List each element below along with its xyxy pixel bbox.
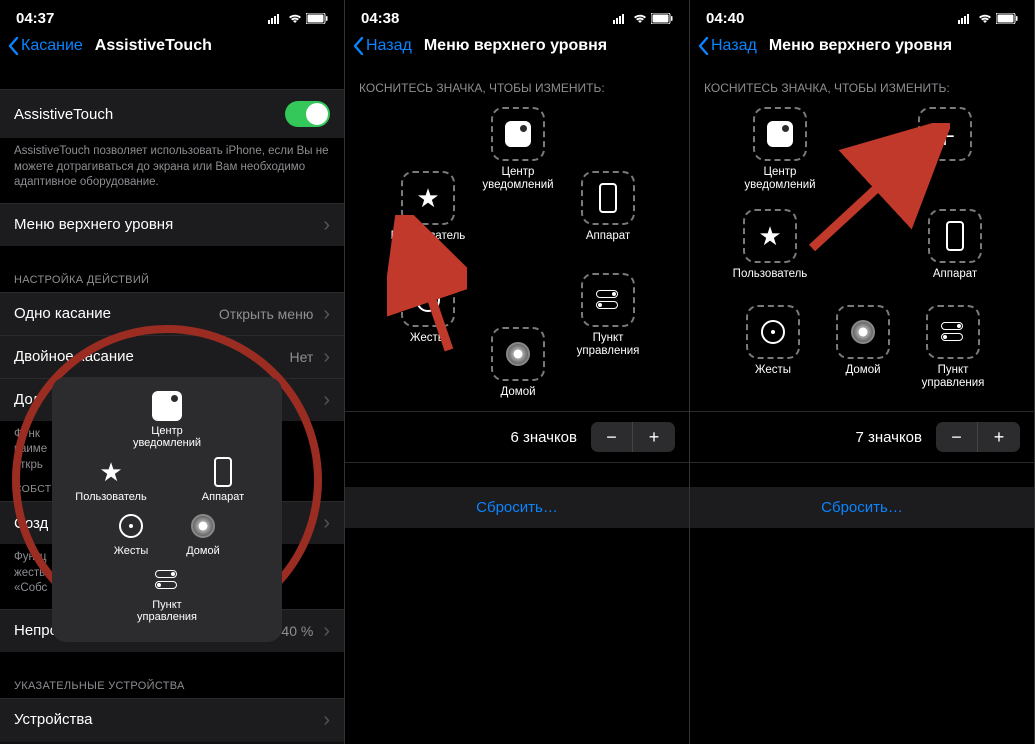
single-tap-row[interactable]: Одно касание Открыть меню› xyxy=(0,292,344,335)
top-level-menu-row[interactable]: Меню верхнего уровня › xyxy=(0,203,344,246)
plus-icon: ＋ xyxy=(933,117,957,152)
notification-center-icon xyxy=(505,121,531,147)
control-center-icon xyxy=(155,570,179,590)
grid-item-notification-center[interactable]: Центр уведомлений xyxy=(473,107,563,192)
gestures-icon xyxy=(761,320,785,344)
status-icons xyxy=(268,13,328,24)
grid-item-gestures[interactable]: Жесты xyxy=(728,305,818,377)
at-item-notification-center[interactable]: Центр уведомлений xyxy=(62,391,272,449)
assistivetouch-toggle-row[interactable]: AssistiveTouch xyxy=(0,89,344,138)
control-center-icon xyxy=(941,322,965,342)
grid-item-user[interactable]: ★ Пользователь xyxy=(383,171,473,243)
control-center-icon xyxy=(596,290,620,310)
icon-count-label: 6 значков xyxy=(510,429,577,446)
at-item-gestures[interactable]: Жесты xyxy=(95,511,167,557)
hint-label: КОСНИТЕСЬ ЗНАЧКА, ЧТОБЫ ИЗМЕНИТЬ: xyxy=(690,67,1034,101)
grid-item-control-center[interactable]: Пункт управления xyxy=(563,273,653,358)
notification-center-icon xyxy=(152,391,182,421)
devices-row[interactable]: Устройства › xyxy=(0,698,344,741)
back-button[interactable]: Касание xyxy=(8,37,83,55)
page-title: Меню верхнего уровня xyxy=(769,37,952,55)
home-icon xyxy=(191,514,215,538)
reset-button[interactable]: Сбросить… xyxy=(345,487,689,528)
at-item-device[interactable]: Аппарат xyxy=(187,457,259,503)
gestures-icon xyxy=(416,288,440,312)
back-button[interactable]: Назад xyxy=(353,37,412,55)
at-item-user[interactable]: ★ Пользователь xyxy=(75,457,147,503)
section-header: НАСТРОЙКА ДЕЙСТВИЙ xyxy=(0,268,344,292)
back-button[interactable]: Назад xyxy=(698,37,757,55)
chevron-right-icon: › xyxy=(323,215,330,235)
icon-count-label: 7 значков xyxy=(855,429,922,446)
grid-item-device[interactable]: Аппарат xyxy=(563,171,653,243)
double-tap-row[interactable]: Двойное касание Нет› xyxy=(0,335,344,378)
star-icon: ★ xyxy=(758,221,781,252)
count-stepper[interactable]: − + xyxy=(591,422,675,452)
gestures-icon xyxy=(119,514,143,538)
grid-item-home[interactable]: Домой xyxy=(473,327,563,399)
grid-item-gestures[interactable]: Жесты xyxy=(383,273,473,345)
description-text: AssistiveTouch позволяет использовать iP… xyxy=(0,138,344,203)
clock: 04:38 xyxy=(361,10,399,27)
reset-button[interactable]: Сбросить… xyxy=(690,487,1034,528)
at-item-control-center[interactable]: Пункт управления xyxy=(131,565,203,623)
grid-item-notification-center[interactable]: Центр уведомлений xyxy=(735,107,825,192)
increment-button[interactable]: + xyxy=(978,422,1020,452)
device-icon xyxy=(946,221,964,251)
clock: 04:37 xyxy=(16,10,54,27)
grid-item-add[interactable]: ＋ xyxy=(900,107,990,179)
home-icon xyxy=(851,320,875,344)
page-title: Меню верхнего уровня xyxy=(424,37,607,55)
grid-item-control-center[interactable]: Пункт управления xyxy=(908,305,998,390)
status-icons xyxy=(613,13,673,24)
assistivetouch-popup[interactable]: Центр уведомлений ★ Пользователь Аппарат… xyxy=(52,377,282,642)
star-icon: ★ xyxy=(99,457,122,488)
increment-button[interactable]: + xyxy=(633,422,675,452)
grid-item-home[interactable]: Домой xyxy=(818,305,908,377)
device-icon xyxy=(214,457,232,487)
notification-center-icon xyxy=(767,121,793,147)
device-icon xyxy=(599,183,617,213)
grid-item-device[interactable]: Аппарат xyxy=(910,209,1000,281)
clock: 04:40 xyxy=(706,10,744,27)
page-title: AssistiveTouch xyxy=(95,37,212,55)
decrement-button[interactable]: − xyxy=(591,422,633,452)
hint-label: КОСНИТЕСЬ ЗНАЧКА, ЧТОБЫ ИЗМЕНИТЬ: xyxy=(345,67,689,101)
at-item-spacer xyxy=(147,457,187,503)
star-icon: ★ xyxy=(416,183,439,214)
section-header: УКАЗАТЕЛЬНЫЕ УСТРОЙСТВА xyxy=(0,674,344,698)
grid-item-user[interactable]: ★ Пользователь xyxy=(725,209,815,281)
home-icon xyxy=(506,342,530,366)
status-icons xyxy=(958,13,1018,24)
decrement-button[interactable]: − xyxy=(936,422,978,452)
count-stepper[interactable]: − + xyxy=(936,422,1020,452)
toggle-switch[interactable] xyxy=(285,101,330,127)
mouse-buttons-row[interactable]: Кнопки мыши xyxy=(0,741,344,744)
at-item-home[interactable]: Домой xyxy=(167,511,239,557)
